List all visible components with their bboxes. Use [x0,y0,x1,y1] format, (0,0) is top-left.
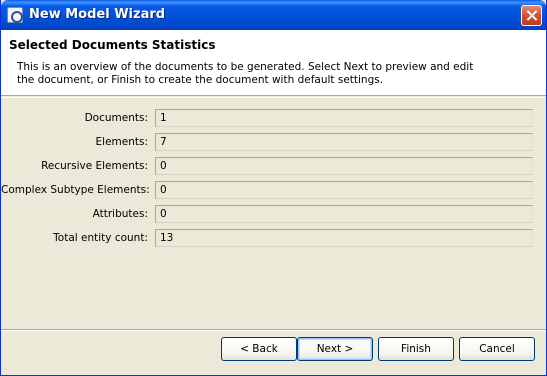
app-icon [7,7,23,23]
header-divider [1,97,546,98]
page-title: Selected Documents Statistics [9,38,216,52]
attributes-label: Attributes: [92,208,148,220]
total-entity-count-field[interactable]: 13 [155,229,533,247]
close-icon[interactable] [521,5,542,26]
finish-button[interactable]: Finish [378,337,454,361]
elements-label: Elements: [95,136,148,148]
complex-subtype-elements-field[interactable]: 0 [155,181,533,199]
next-button[interactable]: Next > [297,337,373,361]
wizard-window: New Model Wizard Selected Documents Stat… [0,0,547,376]
footer-divider [1,329,546,331]
complex-subtype-elements-label: Complex Subtype Elements: [1,184,150,196]
window-title: New Model Wizard [29,7,166,22]
recursive-elements-label: Recursive Elements: [41,160,148,172]
title-bar[interactable]: New Model Wizard [1,0,546,30]
back-button[interactable]: < Back [221,337,297,361]
elements-field[interactable]: 7 [155,133,533,151]
documents-label: Documents: [84,112,148,124]
page-description: This is an overview of the documents to … [17,61,474,86]
recursive-elements-field[interactable]: 0 [155,157,533,175]
total-entity-count-label: Total entity count: [53,232,148,244]
documents-field[interactable]: 1 [155,109,533,127]
attributes-field[interactable]: 0 [155,205,533,223]
wizard-header: Selected Documents Statistics This is an… [1,30,546,96]
cancel-button[interactable]: Cancel [459,337,535,361]
